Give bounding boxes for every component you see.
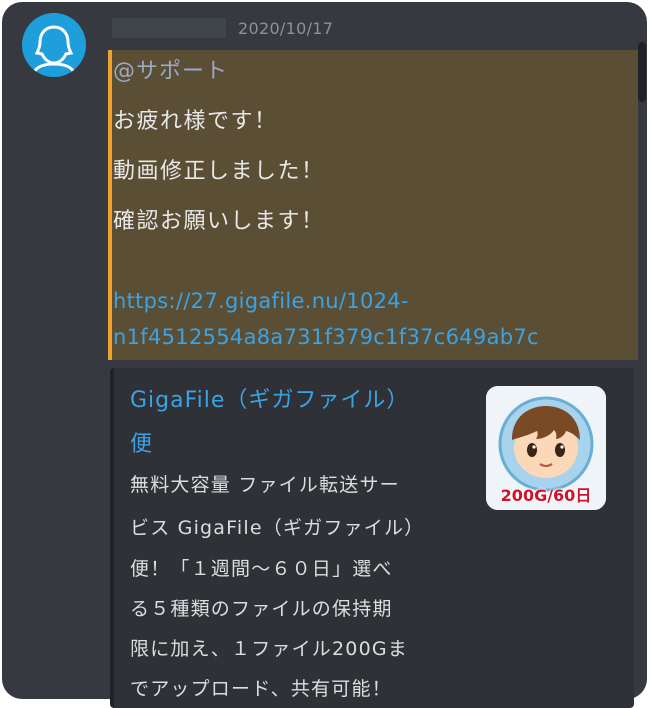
mention-tag[interactable]: @サポート	[113, 53, 228, 85]
embed-thumbnail[interactable]: 200G/60日	[486, 386, 606, 510]
embed-description-line-4: る５種類のファイルの保持期	[130, 598, 393, 620]
message-line-1: お疲れ様です！	[113, 109, 278, 134]
message-line-3: 確認お願いします！	[113, 209, 325, 234]
user-avatar[interactable]	[22, 13, 86, 77]
embed-description-line-6: でアップロード、共有可能！	[130, 678, 392, 700]
embed-title-line-1[interactable]: GigaFile（ギガファイル）	[130, 382, 409, 414]
scrollbar[interactable]	[638, 42, 646, 102]
gigafile-link-part-1[interactable]: https://27.gigafile.nu/1024-	[113, 289, 409, 313]
default-user-icon	[30, 25, 78, 77]
embed-description-line-2: ビス GigaFile（ギガファイル）	[130, 517, 425, 539]
thumbnail-label: 200G/60日	[500, 486, 592, 505]
embed-description-line-3: 便！「１週間～６０日」選べ	[130, 558, 393, 580]
embed-description-line-5: 限に加え、１ファイル200Gま	[130, 638, 408, 660]
gigafile-link-part-2[interactable]: n1f4512554a8a731f379c1f37c649ab7c	[113, 325, 539, 349]
embed-title-line-2[interactable]: 便	[130, 426, 153, 458]
message-line-2: 動画修正しました！	[113, 159, 325, 184]
message-timestamp: 2020/10/17	[238, 19, 334, 38]
username-redacted	[112, 18, 226, 38]
embed-description-line-1: 無料大容量 ファイル転送サー	[130, 474, 400, 496]
